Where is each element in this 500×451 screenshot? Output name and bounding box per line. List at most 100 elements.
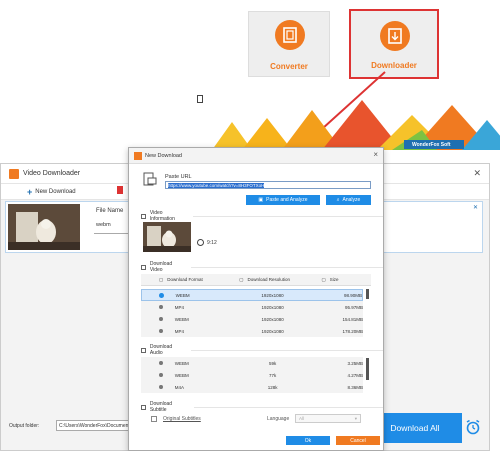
remove-item-icon[interactable]: ✕	[473, 204, 478, 211]
size-column-header: Size	[329, 277, 339, 282]
clock-icon	[197, 239, 204, 246]
radio-dot-icon	[159, 317, 163, 321]
paste-url-label: Paste URL	[165, 174, 192, 180]
video-icon	[141, 264, 146, 270]
radio-dot-icon	[159, 385, 163, 389]
close-icon[interactable]: ✕	[473, 168, 481, 179]
row-bitrate: 77k	[269, 372, 277, 378]
audio-row[interactable]: WEBM 77k 4.27MB	[141, 369, 363, 381]
row-format: WEBM	[175, 292, 190, 298]
trash-icon[interactable]	[117, 186, 123, 194]
video-row[interactable]: WEBM 1920x1080 98.90MB	[141, 289, 363, 301]
row-resolution: 1920x1080	[261, 316, 284, 322]
row-size: 4.27MB	[347, 372, 363, 378]
chevron-down-icon: ▾	[354, 416, 357, 421]
download-video-label: Download Video	[149, 261, 173, 273]
row-format: WEBM	[174, 316, 189, 322]
video-duration: 9:12	[207, 240, 217, 246]
row-format: WEBM	[174, 372, 189, 378]
url-value: https://www.youtube.com/watch?v=8H3FOTXo…	[168, 183, 265, 188]
film-icon	[275, 20, 305, 50]
row-size: 98.90MB	[343, 292, 362, 298]
row-size: 8.36MB	[347, 384, 363, 390]
clipboard-icon: ▣	[258, 197, 264, 203]
audio-rows: WEBM 59k 3.25MB WEBM 77k 4.27MB M4A 128k…	[141, 357, 363, 393]
row-format: MP4	[174, 304, 185, 310]
download-audio-section: Download Audio	[141, 344, 383, 356]
brand-badge: WonderFox Soft	[404, 140, 464, 149]
row-format: WEBM	[174, 360, 189, 366]
file-icon	[197, 95, 203, 103]
format-column-header: Download Format	[167, 277, 203, 282]
subtitle-icon	[141, 404, 146, 410]
video-list-scrollbar[interactable]	[366, 289, 369, 299]
audio-row[interactable]: WEBM 59k 3.25MB	[141, 357, 363, 369]
video-row[interactable]: MP4 1920x1080 95.97MB	[141, 301, 363, 313]
downloader-label: Downloader	[371, 61, 417, 70]
row-resolution: 1920x1080	[261, 304, 284, 310]
file-name-label: File Name	[96, 208, 124, 214]
video-info-icon	[141, 213, 146, 219]
radio-dot-icon	[159, 305, 163, 309]
audio-row[interactable]: M4A 128k 8.36MB	[141, 381, 363, 393]
dialog-logo-icon	[134, 152, 142, 160]
language-label: Language	[267, 416, 290, 422]
video-thumbnail	[8, 204, 80, 250]
search-icon: ⌕	[336, 197, 340, 203]
output-folder-label: Output folder:	[9, 423, 40, 429]
analyze-label: Analyze	[342, 197, 361, 203]
size-column-icon: ▢	[321, 276, 326, 282]
new-download-dialog: New Download × Paste URL https://www.you…	[128, 95, 384, 451]
dialog-title: New Download	[145, 152, 182, 159]
converter-tile[interactable]: Converter	[248, 11, 330, 77]
downloader-tile[interactable]: Downloader	[349, 9, 439, 79]
video-table-header: ▢ Download Format ▢ Download Resolution …	[141, 274, 371, 286]
url-input[interactable]: https://www.youtube.com/watch?v=8H3FOTXo…	[165, 181, 371, 189]
row-size: 95.97MB	[344, 304, 363, 310]
video-preview-thumbnail	[143, 222, 191, 252]
original-subtitles-checkbox[interactable]	[151, 416, 157, 422]
new-download-button[interactable]: New Download	[35, 189, 75, 195]
format-column-icon: ▢	[159, 276, 164, 282]
row-resolution: 1920x1080	[261, 328, 284, 334]
row-format: M4A	[174, 384, 185, 390]
download-icon	[380, 21, 410, 51]
language-value: All	[299, 416, 305, 421]
output-folder-input[interactable]: C:\Users\WonderFox\Documents\	[56, 420, 132, 431]
video-row[interactable]: WEBM 1920x1080 154.81MB	[141, 313, 363, 325]
video-rows: WEBM 1920x1080 98.90MB MP4 1920x1080 95.…	[141, 289, 363, 337]
plus-icon: +	[27, 186, 33, 197]
dialog-close-icon[interactable]: ×	[373, 150, 378, 159]
download-subtitle-section: Download Subtitle	[141, 401, 383, 413]
row-bitrate: 128k	[267, 384, 278, 390]
row-size: 3.25MB	[347, 360, 363, 366]
language-select[interactable]: All ▾	[295, 414, 361, 423]
paste-and-analyze-button[interactable]: ▣ Paste and Analyze	[246, 195, 320, 205]
analyze-button[interactable]: ⌕ Analyze	[326, 195, 371, 205]
cancel-button[interactable]: Cancel	[336, 436, 380, 445]
download-subtitle-label: Download Subtitle	[149, 401, 173, 413]
radio-dot-icon	[159, 373, 163, 377]
paste-and-analyze-label: Paste and Analyze	[266, 197, 308, 203]
row-size: 178.20MB	[342, 328, 363, 334]
row-size: 154.81MB	[342, 316, 363, 322]
selected-check-icon	[159, 292, 164, 298]
alarm-clock-icon[interactable]	[465, 419, 481, 435]
video-row[interactable]: MP4 1920x1080 178.20MB	[141, 325, 363, 337]
window-title: Video Downloader	[23, 170, 81, 177]
audio-list-scrollbar[interactable]	[366, 358, 369, 380]
resolution-column-icon: ▢	[239, 276, 244, 282]
row-bitrate: 59k	[269, 360, 277, 366]
ok-button[interactable]: Ok	[286, 436, 330, 445]
resolution-column-header: Download Resolution	[247, 277, 291, 282]
video-information-section: Video Information	[141, 210, 383, 222]
row-format: MP4	[174, 328, 185, 334]
radio-dot-icon	[159, 329, 163, 333]
download-audio-label: Download Audio	[149, 344, 173, 356]
format-value: webm	[96, 222, 111, 228]
radio-dot-icon	[159, 361, 163, 365]
audio-icon	[141, 347, 146, 353]
row-resolution: 1920x1080	[261, 292, 284, 298]
video-information-label: Video Information	[149, 210, 175, 222]
url-file-icon	[143, 172, 157, 186]
